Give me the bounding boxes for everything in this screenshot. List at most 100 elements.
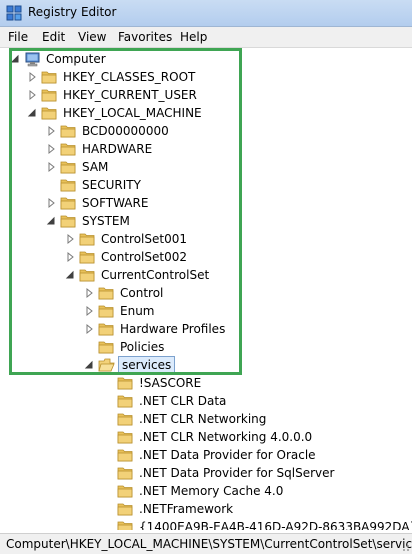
tree-node[interactable]: ControlSet002 [0, 248, 412, 266]
tree-node[interactable]: Control [0, 284, 412, 302]
tree-node[interactable]: HKEY_CURRENT_USER [0, 86, 412, 104]
tree-node[interactable]: .NET CLR Networking [0, 410, 412, 428]
folder-icon [117, 483, 134, 499]
tree-node-label[interactable]: .NET CLR Networking 4.0.0.0 [137, 429, 314, 445]
expand-arrow-icon[interactable] [84, 287, 94, 299]
resize-grip-icon[interactable] [400, 542, 410, 552]
tree-node-label[interactable]: BCD00000000 [80, 123, 171, 139]
tree-node-label[interactable]: Hardware Profiles [118, 321, 227, 337]
tree-node-label[interactable]: SECURITY [80, 177, 143, 193]
folder-icon [60, 141, 77, 157]
tree-node[interactable]: BCD00000000 [0, 122, 412, 140]
tree-node-label[interactable]: !SASCORE [137, 375, 203, 391]
tree-node[interactable]: Enum [0, 302, 412, 320]
folder-icon [41, 69, 58, 85]
tree-node-label[interactable]: .NET CLR Networking [137, 411, 268, 427]
expand-arrow-icon[interactable] [27, 71, 37, 83]
tree-node[interactable]: Computer [0, 50, 412, 68]
folder-icon [60, 123, 77, 139]
folder-icon [98, 303, 115, 319]
folder-icon [117, 429, 134, 445]
expand-arrow-icon[interactable] [65, 233, 75, 245]
menu-bar: File Edit View Favorites Help [0, 27, 412, 48]
tree-node-label[interactable]: HKEY_CURRENT_USER [61, 87, 199, 103]
tree-node[interactable]: SOFTWARE [0, 194, 412, 212]
tree-node[interactable]: HARDWARE [0, 140, 412, 158]
folder-icon [117, 501, 134, 517]
expand-arrow-icon[interactable] [46, 197, 56, 209]
title-bar: Registry Editor [0, 0, 412, 27]
tree-node[interactable]: .NET CLR Data [0, 392, 412, 410]
expand-arrow-icon[interactable] [84, 323, 94, 335]
menu-help[interactable]: Help [176, 29, 211, 45]
collapse-arrow-icon[interactable] [27, 107, 37, 119]
expand-arrow-icon[interactable] [46, 143, 56, 155]
tree-node-label[interactable]: .NET Data Provider for SqlServer [137, 465, 336, 481]
tree-node[interactable]: HKEY_CLASSES_ROOT [0, 68, 412, 86]
registry-tree[interactable]: Computer HKEY_CLASSES_ROOT HKEY_CURRENT_US… [0, 48, 412, 530]
tree-node-label[interactable]: Enum [118, 303, 156, 319]
expand-arrow-icon[interactable] [46, 125, 56, 137]
tree-node-label[interactable]: HKEY_CLASSES_ROOT [61, 69, 197, 85]
tree-node-label[interactable]: Policies [118, 339, 166, 355]
tree-node-label[interactable]: Computer [44, 51, 108, 67]
tree-node-label[interactable]: services [118, 356, 176, 374]
tree-node[interactable]: .NETFramework [0, 500, 412, 518]
folder-icon [98, 285, 115, 301]
tree-node-label[interactable]: ControlSet001 [99, 231, 189, 247]
tree-node[interactable]: Policies [0, 338, 412, 356]
folder-icon [117, 393, 134, 409]
tree-node[interactable]: services [0, 356, 412, 374]
tree-node[interactable]: .NET CLR Networking 4.0.0.0 [0, 428, 412, 446]
tree-node-label[interactable]: Control [118, 285, 165, 301]
folder-icon [79, 231, 96, 247]
tree-node-label[interactable]: .NET Memory Cache 4.0 [137, 483, 285, 499]
tree-node[interactable]: Hardware Profiles [0, 320, 412, 338]
collapse-arrow-icon[interactable] [84, 359, 94, 371]
tree-node[interactable]: SAM [0, 158, 412, 176]
tree-node-label[interactable]: .NETFramework [137, 501, 235, 517]
tree-node-label[interactable]: HARDWARE [80, 141, 154, 157]
tree-node[interactable]: {1400EA9B-EA4B-416D-A92D-8633BA992DA} [0, 518, 412, 530]
tree-node[interactable]: !SASCORE [0, 374, 412, 392]
collapse-arrow-icon[interactable] [65, 269, 75, 281]
tree-node-label[interactable]: ControlSet002 [99, 249, 189, 265]
folder-icon [41, 105, 58, 121]
tree-node-label[interactable]: SOFTWARE [80, 195, 150, 211]
folder-icon [41, 87, 58, 103]
folder-icon [60, 213, 77, 229]
expand-arrow-icon[interactable] [46, 161, 56, 173]
computer-icon [24, 51, 41, 67]
tree-node-label[interactable]: CurrentControlSet [99, 267, 211, 283]
tree-node[interactable]: CurrentControlSet [0, 266, 412, 284]
folder-icon [79, 249, 96, 265]
tree-node-label[interactable]: .NET CLR Data [137, 393, 228, 409]
menu-favorites[interactable]: Favorites [114, 29, 176, 45]
menu-view[interactable]: View [74, 29, 110, 45]
expand-arrow-icon[interactable] [84, 305, 94, 317]
tree-node[interactable]: .NET Data Provider for Oracle [0, 446, 412, 464]
menu-edit[interactable]: Edit [38, 29, 69, 45]
folder-icon [117, 411, 134, 427]
tree-node-label[interactable]: SAM [80, 159, 110, 175]
folder-open-icon [98, 357, 115, 373]
status-path: Computer\HKEY_LOCAL_MACHINE\SYSTEM\Curre… [6, 537, 412, 551]
tree-node-label[interactable]: {1400EA9B-EA4B-416D-A92D-8633BA992DA} [137, 519, 412, 530]
tree-node-label[interactable]: HKEY_LOCAL_MACHINE [61, 105, 204, 121]
collapse-arrow-icon[interactable] [10, 53, 20, 65]
folder-icon [117, 375, 134, 391]
folder-icon [117, 447, 134, 463]
tree-node[interactable]: .NET Data Provider for SqlServer [0, 464, 412, 482]
menu-file[interactable]: File [4, 29, 32, 45]
folder-icon [60, 177, 77, 193]
tree-node[interactable]: SECURITY [0, 176, 412, 194]
tree-node[interactable]: ControlSet001 [0, 230, 412, 248]
tree-node[interactable]: HKEY_LOCAL_MACHINE [0, 104, 412, 122]
expand-arrow-icon[interactable] [65, 251, 75, 263]
tree-node-label[interactable]: .NET Data Provider for Oracle [137, 447, 318, 463]
collapse-arrow-icon[interactable] [46, 215, 56, 227]
tree-node[interactable]: .NET Memory Cache 4.0 [0, 482, 412, 500]
tree-node[interactable]: SYSTEM [0, 212, 412, 230]
tree-node-label[interactable]: SYSTEM [80, 213, 132, 229]
expand-arrow-icon[interactable] [27, 89, 37, 101]
